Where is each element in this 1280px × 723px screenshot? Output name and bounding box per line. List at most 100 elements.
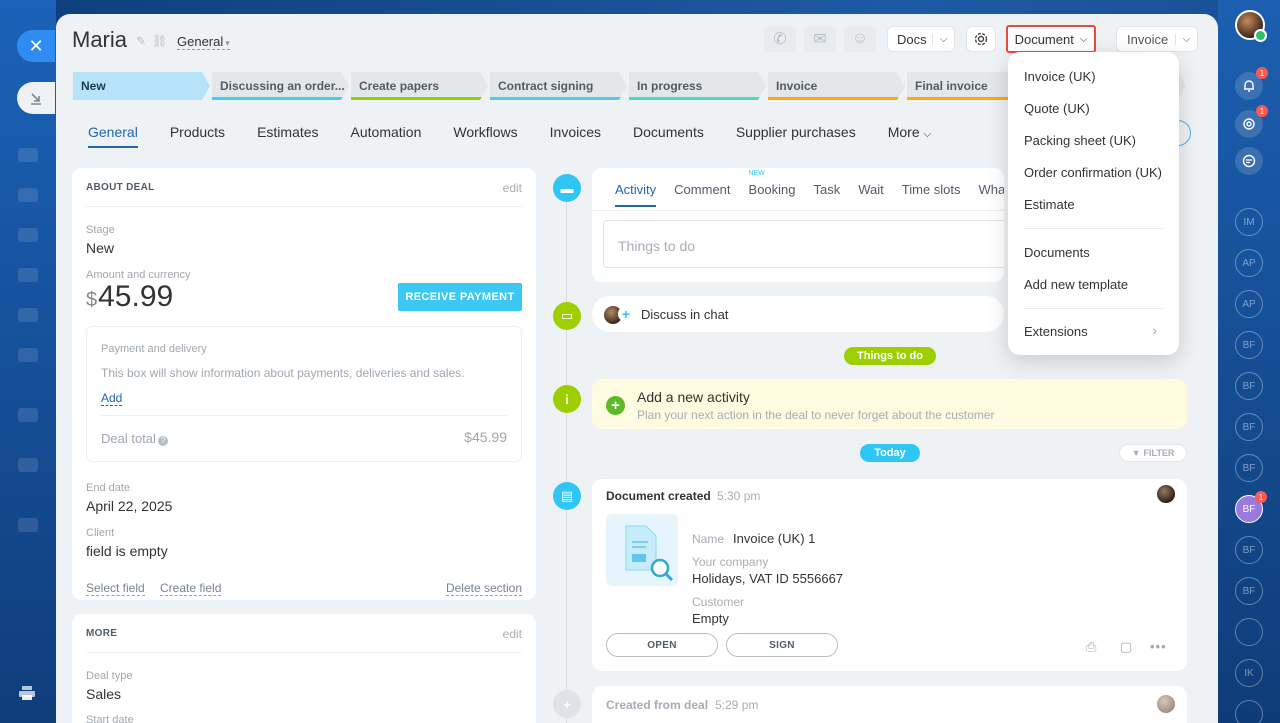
recent-chat-avatar[interactable] xyxy=(1235,700,1263,723)
more-options-icon[interactable]: ••• xyxy=(1150,639,1167,654)
tab-automation[interactable]: Automation xyxy=(351,124,422,148)
filter-label: FILTER xyxy=(1143,448,1175,458)
tab-more[interactable]: More ⌵ xyxy=(888,124,932,148)
message-button[interactable]: ☺ xyxy=(844,26,876,52)
tab-products[interactable]: Products xyxy=(170,124,225,148)
category-dropdown[interactable]: General ▾ xyxy=(177,34,230,50)
recent-chat-avatar[interactable]: BF 1 xyxy=(1235,491,1267,523)
stage-contract-signing[interactable]: Contract signing xyxy=(490,72,627,100)
stage-value[interactable]: New xyxy=(86,240,114,256)
copilot-button[interactable]: 1 xyxy=(1235,105,1268,138)
link-icon[interactable]: ⛓ xyxy=(152,34,167,48)
chevron-down-icon[interactable]: ⌵ xyxy=(1175,33,1197,45)
add-icon: + xyxy=(606,396,625,415)
stage-new[interactable]: New xyxy=(73,72,210,100)
menu-item-add-new-template[interactable]: Add new template xyxy=(1024,277,1128,292)
edit-link[interactable]: edit xyxy=(503,627,522,641)
recent-chat-avatar[interactable]: BF xyxy=(1235,372,1263,400)
background-ghost xyxy=(18,458,38,472)
stage-create-papers[interactable]: Create papers xyxy=(351,72,488,100)
timeline-line xyxy=(566,199,567,723)
recent-chat-avatar[interactable] xyxy=(1235,618,1263,646)
recent-chat-avatar[interactable]: BF xyxy=(1235,454,1263,482)
menu-item-invoice-uk[interactable]: Invoice (UK) xyxy=(1024,69,1096,84)
create-field-link[interactable]: Create field xyxy=(160,581,222,596)
tab-invoices[interactable]: Invoices xyxy=(550,124,601,148)
tab-general[interactable]: General xyxy=(88,124,138,148)
stage-color-bar xyxy=(490,97,621,100)
menu-item-order-confirmation-uk[interactable]: Order confirmation (UK) xyxy=(1024,165,1162,180)
edit-pencil-icon[interactable]: ✎ xyxy=(136,34,146,48)
print-icon[interactable]: ⎙ xyxy=(1086,639,1096,655)
client-value[interactable]: field is empty xyxy=(86,543,168,559)
activity-input[interactable]: Things to do xyxy=(603,220,1004,268)
payment-delivery-box: Payment and delivery This box will show … xyxy=(86,326,522,462)
stage-discussing[interactable]: Discussing an order... xyxy=(212,72,349,100)
docs-button[interactable]: Docs ⌵ xyxy=(887,26,955,52)
receive-payment-button[interactable]: RECEIVE PAYMENT xyxy=(398,283,522,311)
tab-time-slots[interactable]: Time slots xyxy=(902,182,961,207)
tab-workflows[interactable]: Workflows xyxy=(453,124,517,148)
menu-item-packing-sheet-uk[interactable]: Packing sheet (UK) xyxy=(1024,133,1136,148)
field-label: Customer xyxy=(692,595,745,609)
notifications-button[interactable]: 1 xyxy=(1235,67,1268,100)
document-thumbnail[interactable] xyxy=(606,514,678,586)
tab-booking-label: Booking xyxy=(748,182,796,197)
tab-estimates[interactable]: Estimates xyxy=(257,124,318,148)
minimize-slider-button[interactable] xyxy=(17,82,55,114)
recent-chat-avatar[interactable]: BF xyxy=(1235,331,1263,359)
email-button[interactable]: ✉ xyxy=(804,26,836,52)
menu-item-extensions[interactable]: Extensions xyxy=(1024,324,1088,339)
open-button[interactable]: OPEN xyxy=(606,633,718,657)
discuss-in-chat[interactable]: + Discuss in chat xyxy=(592,296,1004,332)
deal-type-value[interactable]: Sales xyxy=(86,686,121,702)
tab-activity[interactable]: Activity xyxy=(615,182,657,207)
unread-count-badge: 1 xyxy=(1255,491,1267,503)
call-button[interactable]: ✆ xyxy=(764,26,796,52)
tab-whatsapp[interactable]: What xyxy=(979,182,1004,207)
tab-task[interactable]: Task xyxy=(814,182,841,207)
bell-icon xyxy=(1244,80,1254,92)
settings-button[interactable] xyxy=(966,26,996,52)
tab-documents[interactable]: Documents xyxy=(633,124,704,148)
invoice-button[interactable]: Invoice ⌵ xyxy=(1116,26,1198,52)
help-icon[interactable]: ? xyxy=(157,436,168,446)
menu-item-estimate[interactable]: Estimate xyxy=(1024,197,1075,212)
tab-booking[interactable]: NEW Booking xyxy=(748,170,796,207)
tab-comment[interactable]: Comment xyxy=(674,182,730,207)
recent-chat-avatar[interactable]: BF xyxy=(1235,577,1263,605)
background-ghost xyxy=(18,148,38,162)
current-user-avatar[interactable] xyxy=(1235,10,1267,42)
tab-wait[interactable]: Wait xyxy=(858,182,884,207)
company-value: Holidays, VAT ID 5556667 xyxy=(692,571,844,586)
recent-chat-avatar[interactable]: AP xyxy=(1235,249,1263,277)
delete-section-link[interactable]: Delete section xyxy=(445,581,522,596)
recent-chat-avatar[interactable]: BF xyxy=(1235,536,1263,564)
field-label: End date xyxy=(86,482,131,494)
recent-chat-avatar[interactable]: BF xyxy=(1235,413,1263,441)
stage-invoice[interactable]: Invoice xyxy=(768,72,905,100)
document-dropdown-button[interactable]: Document ⌵ xyxy=(1006,25,1096,53)
recent-chat-avatar[interactable]: AP xyxy=(1235,290,1263,318)
close-slider-button[interactable]: ✕ xyxy=(17,30,55,62)
chevron-down-icon[interactable]: ⌵ xyxy=(932,33,954,45)
note-icon[interactable]: ▢ xyxy=(1120,639,1132,655)
recent-chat-avatar[interactable]: IK xyxy=(1235,659,1263,687)
sign-button[interactable]: SIGN xyxy=(726,633,838,657)
filter-button[interactable]: ▼ FILTER xyxy=(1119,444,1187,462)
chat-button[interactable] xyxy=(1235,147,1263,175)
stage-in-progress[interactable]: In progress xyxy=(629,72,766,100)
divider xyxy=(86,652,522,653)
select-field-link[interactable]: Select field xyxy=(86,581,145,596)
gear-icon xyxy=(974,32,988,46)
menu-item-documents[interactable]: Documents xyxy=(1024,245,1090,260)
menu-item-quote-uk[interactable]: Quote (UK) xyxy=(1024,101,1090,116)
end-date-value[interactable]: April 22, 2025 xyxy=(86,498,172,514)
add-activity-card[interactable]: + Add a new activity Plan your next acti… xyxy=(592,379,1187,429)
add-payment-link[interactable]: Add xyxy=(101,391,123,406)
tab-supplier-purchases[interactable]: Supplier purchases xyxy=(736,124,856,148)
amount-value[interactable]: $45.99 xyxy=(86,280,173,314)
print-icon[interactable] xyxy=(19,686,35,700)
recent-chat-avatar[interactable]: IM xyxy=(1235,208,1263,236)
edit-link[interactable]: edit xyxy=(503,181,522,195)
